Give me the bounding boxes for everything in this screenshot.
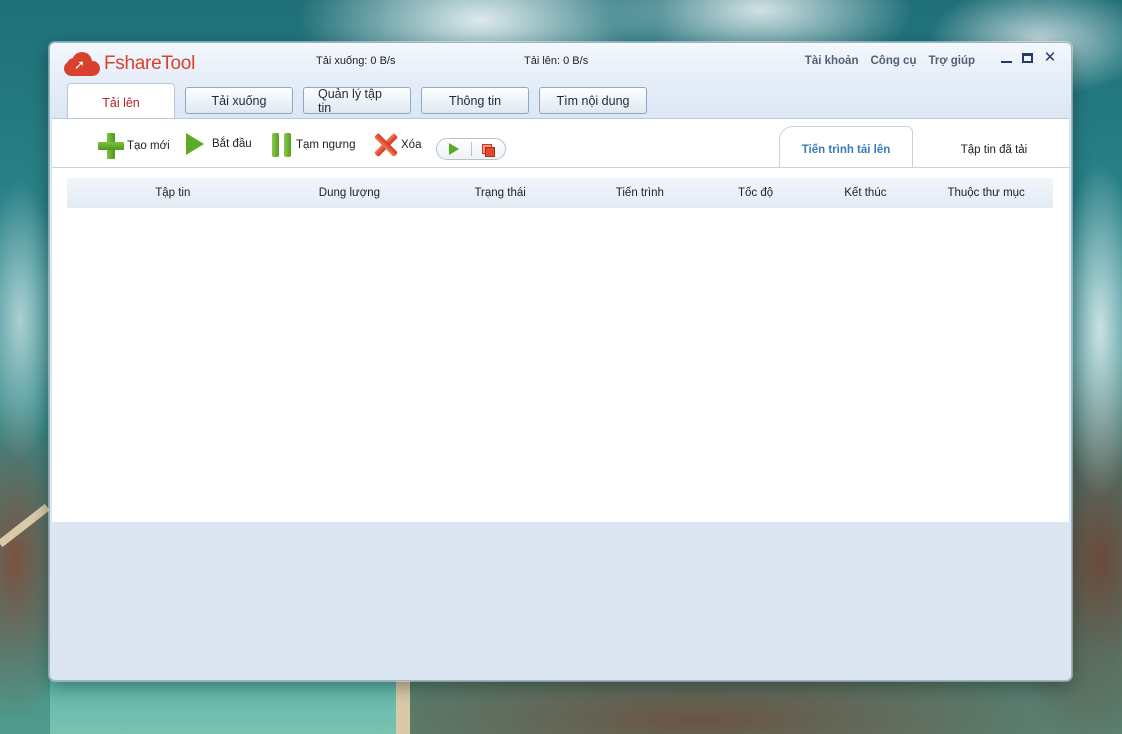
tab-search-content[interactable]: Tìm nội dung [539,87,647,114]
menu-tools[interactable]: Công cụ [870,55,916,67]
new-button[interactable]: Tạo mới [98,133,170,159]
app-name: FshareTool [104,53,195,74]
delete-button[interactable]: Xóa [374,133,421,157]
delete-icon [374,133,398,157]
table-body[interactable] [67,208,1053,516]
tab-uploaded-files[interactable]: Tập tin đã tải [919,126,1069,168]
minimize-icon[interactable] [1001,53,1012,63]
start-label: Bắt đầu [212,138,252,150]
pause-button[interactable]: Tạm ngưng [272,133,355,157]
pool-edge [396,680,410,734]
column-header-size[interactable]: Dung lượng [279,187,421,199]
quick-stop-button[interactable] [472,139,506,159]
play-icon [448,143,459,155]
quick-action-group [436,138,506,160]
tab-upload[interactable]: Tải lên [67,83,175,120]
tab-info[interactable]: Thông tin [421,87,529,114]
close-icon[interactable]: ✕ [1043,50,1057,65]
stop-icon [482,143,496,157]
tab-download[interactable]: Tải xuống [185,87,293,114]
column-header-finish[interactable]: Kết thúc [811,187,919,199]
play-icon [186,133,204,155]
delete-label: Xóa [401,139,422,151]
toolbar: Tạo mới Bắt đầu Tạm ngưng Xóa Tiến trình… [52,119,1069,168]
title-bar: ➚ FshareTool Tải xuống: 0 B/s Tải lên: 0… [50,43,1071,120]
column-header-folder[interactable]: Thuộc thư mục [919,187,1053,199]
plus-icon [98,133,124,159]
column-header-progress[interactable]: Tiến trình [580,187,700,199]
column-header-status[interactable]: Trạng thái [420,187,580,199]
maximize-icon[interactable] [1022,53,1033,63]
start-button[interactable]: Bắt đầu [186,133,252,155]
main-tabs: Tải lên Tải xuống Quản lý tập tin Thông … [67,81,647,120]
download-speed: Tải xuống: 0 B/s [316,55,396,67]
top-menu: Tài khoản Công cụ Trợ giúp [805,55,975,67]
divider [52,167,1069,168]
menu-help[interactable]: Trợ giúp [928,55,975,67]
new-label: Tạo mới [127,140,170,152]
pool-wall [0,503,50,548]
upload-speed: Tải lên: 0 B/s [524,55,589,67]
app-logo: ➚ FshareTool [64,51,195,77]
menu-account[interactable]: Tài khoản [805,55,859,67]
tab-file-manager[interactable]: Quản lý tập tin [303,87,411,115]
quick-start-button[interactable] [437,139,471,159]
pause-label: Tạm ngưng [296,139,356,151]
pause-icon [272,133,291,157]
upload-panel: Tạo mới Bắt đầu Tạm ngưng Xóa Tiến trình… [52,118,1069,522]
tab-upload-progress[interactable]: Tiến trình tải lên [779,126,913,168]
pool-water [50,680,410,734]
bottom-area [50,522,1071,680]
app-window: ➚ FshareTool Tải xuống: 0 B/s Tải lên: 0… [49,42,1072,681]
window-controls: ✕ [1001,50,1057,65]
table-header: Tập tin Dung lượng Trạng thái Tiến trình… [67,178,1053,208]
sub-tabs: Tiến trình tải lên Tập tin đã tải [779,125,1069,168]
column-header-file[interactable]: Tập tin [67,187,279,199]
cloud-upload-icon: ➚ [64,52,100,76]
column-header-speed[interactable]: Tốc độ [700,187,812,199]
